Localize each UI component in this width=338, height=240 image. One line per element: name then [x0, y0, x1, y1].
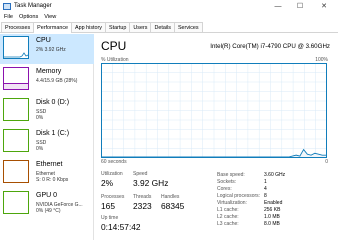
- uptime-label: Up time: [101, 215, 119, 221]
- tab-services[interactable]: Services: [173, 22, 203, 32]
- spec-value: 8: [264, 193, 267, 199]
- sidebar-item-memory[interactable]: Memory 4.4/15.9 GB (28%): [0, 65, 94, 95]
- menu-options[interactable]: Options: [19, 14, 38, 20]
- disk-1-thumbnail-graph: [3, 129, 29, 152]
- sidebar-item-detail: 0%: [36, 146, 44, 152]
- ethernet-thumbnail-graph: [3, 160, 29, 183]
- menu-bar: File Options View: [0, 12, 338, 22]
- spec-label: L1 cache:: [217, 207, 239, 213]
- tab-performance[interactable]: Performance: [33, 22, 73, 33]
- task-manager-icon: [3, 2, 11, 10]
- maximize-button[interactable]: ☐: [290, 0, 310, 12]
- speed-label: Speed: [133, 171, 148, 177]
- spec-value: 1.0 MB: [264, 214, 280, 220]
- uptime-value: 0:14:57:42: [101, 222, 141, 232]
- tab-users[interactable]: Users: [129, 22, 152, 32]
- sidebar-item-cpu[interactable]: CPU 2% 3.92 GHz: [0, 34, 94, 64]
- graph-min-label: 0: [325, 159, 328, 165]
- tab-strip: Processes Performance App history Startu…: [0, 22, 338, 33]
- sidebar-item-disk-1[interactable]: Disk 1 (C:) SSD 0%: [0, 127, 94, 157]
- cpu-thumbnail-graph: [3, 36, 29, 59]
- sidebar-item-label: GPU 0: [36, 192, 58, 199]
- sidebar-item-gpu-0[interactable]: GPU 0 NVIDIA GeForce G... 0% (49 °C): [0, 189, 94, 219]
- title-bar: Task Manager — ☐ ✕: [0, 0, 338, 12]
- threads-value: 2323: [133, 201, 152, 211]
- cpu-model-name: Intel(R) Core(TM) i7-4790 CPU @ 3.60GHz: [210, 43, 330, 50]
- sidebar-item-ethernet[interactable]: Ethernet Ethernet S: 0 R: 0 Kbps: [0, 158, 94, 188]
- tab-details[interactable]: Details: [150, 22, 175, 32]
- gpu-thumbnail-graph: [3, 191, 29, 214]
- cpu-thumbnail-line: [4, 52, 29, 58]
- cpu-utilization-graph: [101, 63, 327, 158]
- sidebar-item-detail: 4.4/15.9 GB (28%): [36, 78, 78, 84]
- spec-value: 3.60 GHz: [264, 172, 286, 178]
- sidebar-item-label: Disk 1 (C:): [36, 130, 70, 137]
- spec-value: 4: [264, 186, 267, 192]
- cpu-detail-panel: CPU Intel(R) Core(TM) i7-4790 CPU @ 3.60…: [97, 34, 338, 240]
- sidebar-item-label: Ethernet: [36, 161, 63, 168]
- spec-value: 256 KB: [264, 207, 281, 213]
- tab-startup[interactable]: Startup: [105, 22, 131, 32]
- speed-value: 3.92 GHz: [133, 178, 169, 188]
- tab-processes[interactable]: Processes: [1, 22, 35, 32]
- spec-value: 1: [264, 179, 267, 185]
- sidebar-item-label: Disk 0 (D:): [36, 99, 70, 106]
- window-title: Task Manager: [14, 3, 52, 9]
- spec-value: Enabled: [264, 200, 283, 206]
- handles-value: 68345: [161, 201, 185, 211]
- spec-label: Cores:: [217, 186, 232, 192]
- sidebar-item-detail: 0%: [36, 115, 44, 121]
- resource-sidebar: CPU 2% 3.92 GHz Memory 4.4/15.9 GB (28%)…: [0, 34, 94, 240]
- close-button[interactable]: ✕: [314, 0, 334, 12]
- threads-label: Threads: [133, 194, 152, 200]
- memory-thumbnail-graph: [3, 67, 29, 90]
- spec-label: Logical processors:: [217, 193, 261, 199]
- sidebar-item-disk-0[interactable]: Disk 0 (D:) SSD 0%: [0, 96, 94, 126]
- tab-app-history[interactable]: App history: [71, 22, 106, 32]
- spec-label: Base speed:: [217, 172, 245, 178]
- sidebar-item-detail: S: 0 R: 0 Kbps: [36, 177, 69, 183]
- sidebar-item-detail: 2% 3.92 GHz: [36, 47, 66, 53]
- spec-label: L2 cache:: [217, 214, 239, 220]
- graph-time-label: 60 seconds: [101, 159, 127, 165]
- menu-view[interactable]: View: [44, 14, 56, 20]
- spec-label: Sockets:: [217, 179, 237, 185]
- spec-label: Virtualization:: [217, 200, 247, 206]
- sidebar-item-detail: 0% (49 °C): [36, 208, 61, 214]
- processes-value: 165: [101, 201, 115, 211]
- minimize-button[interactable]: —: [268, 0, 288, 12]
- disk-0-thumbnail-graph: [3, 98, 29, 121]
- utilization-value: 2%: [101, 178, 114, 188]
- memory-thumbnail-fill: [4, 83, 28, 89]
- handles-label: Handles: [161, 194, 180, 200]
- sidebar-item-label: CPU: [36, 37, 51, 44]
- spec-label: L3 cache:: [217, 221, 239, 227]
- utilization-label: Utilization: [101, 171, 123, 177]
- spec-value: 8.0 MB: [264, 221, 280, 227]
- menu-file[interactable]: File: [4, 14, 13, 20]
- processes-label: Processes: [101, 194, 125, 200]
- page-title: CPU: [101, 39, 127, 53]
- sidebar-item-label: Memory: [36, 68, 62, 75]
